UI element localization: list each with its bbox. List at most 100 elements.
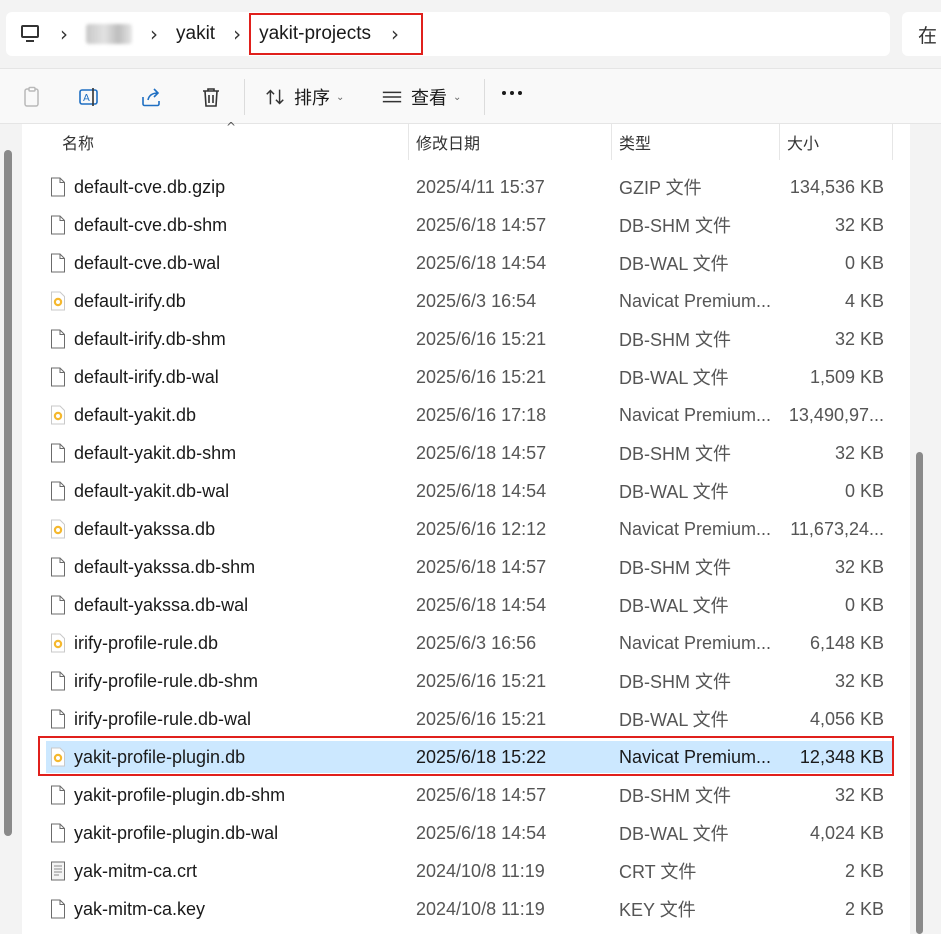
file-list-scrollbar[interactable] — [916, 452, 923, 934]
file-row[interactable]: yakit-profile-plugin.db 2025/6/18 15:22 Na… — [22, 736, 910, 776]
file-type: DB-WAL 文件 — [619, 254, 729, 274]
chevron-right-icon[interactable]: › — [233, 22, 241, 46]
file-modified-date: 2025/6/3 16:54 — [416, 290, 537, 311]
file-row[interactable]: default-yakit.db-shm 2025/6/18 14:57 DB-SH… — [22, 434, 910, 472]
column-type-label: 类型 — [619, 136, 652, 153]
file-type: DB-SHM 文件 — [619, 330, 731, 350]
file-row[interactable]: irify-profile-rule.db-shm 2025/6/16 15:21… — [22, 662, 910, 700]
file-row[interactable]: default-irify.db 2025/6/3 16:54 Navicat Pr… — [22, 282, 910, 320]
file-row[interactable]: default-yakssa.db 2025/6/16 12:12 Navicat … — [22, 510, 910, 548]
this-pc-crumb[interactable] — [6, 12, 42, 56]
file-type: CRT 文件 — [619, 862, 697, 882]
sort-button[interactable]: 排序 ⌄ — [264, 83, 344, 111]
file-modified-date: 2025/6/18 14:57 — [416, 214, 547, 235]
file-row[interactable]: yak-mitm-ca.crt 2024/10/8 11:19 CRT 文件 2 KB — [22, 852, 910, 890]
file-size: 12,348 KB — [799, 746, 884, 767]
sort-ascending-icon: ^ — [226, 120, 237, 134]
generic-file-icon — [50, 557, 66, 577]
file-row[interactable]: irify-profile-rule.db-wal 2025/6/16 15:21… — [22, 700, 910, 738]
file-modified-date: 2025/6/18 14:57 — [416, 442, 547, 463]
column-header-name[interactable]: 名称 — [54, 124, 94, 160]
file-name[interactable]: irify-profile-rule.db — [74, 624, 218, 662]
file-modified-date: 2025/6/16 15:21 — [416, 366, 547, 387]
file-row[interactable]: default-irify.db-shm 2025/6/16 15:21 DB-SH… — [22, 320, 910, 358]
column-header-size[interactable]: 大小 — [779, 124, 819, 160]
column-modified-label: 修改日期 — [416, 136, 481, 153]
certificate-file-icon — [50, 861, 66, 881]
breadcrumb-item-yakit-projects[interactable]: yakit-projects — [259, 23, 371, 45]
file-row[interactable]: default-yakit.db-wal 2025/6/18 14:54 DB-WA… — [22, 472, 910, 510]
chevron-down-icon: ⌄ — [453, 91, 462, 103]
file-type: Navicat Premium... — [619, 746, 772, 767]
file-name[interactable]: default-yakssa.db-wal — [74, 586, 248, 624]
file-size: 0 KB — [844, 480, 884, 501]
more-options-icon[interactable] — [502, 91, 522, 95]
generic-file-icon — [50, 481, 66, 501]
paste-icon[interactable] — [20, 85, 44, 109]
file-row[interactable]: default-cve.db-wal 2025/6/18 14:54 DB-WAL … — [22, 244, 910, 282]
search-placeholder: 在 — [918, 25, 938, 47]
column-header-type[interactable]: 类型 — [611, 124, 651, 160]
file-modified-date: 2025/6/16 12:12 — [416, 518, 547, 539]
file-name[interactable]: default-yakssa.db — [74, 510, 215, 548]
file-size: 0 KB — [844, 252, 884, 273]
file-name[interactable]: yakit-profile-plugin.db-wal — [74, 814, 278, 852]
file-name[interactable]: irify-profile-rule.db-wal — [74, 700, 251, 738]
share-icon[interactable] — [139, 85, 163, 109]
file-size: 32 KB — [834, 556, 884, 577]
file-name[interactable]: default-cve.db.gzip — [74, 168, 225, 206]
file-row[interactable]: default-cve.db-shm 2025/6/18 14:57 DB-SHM … — [22, 206, 910, 244]
file-row[interactable]: default-irify.db-wal 2025/6/16 15:21 DB-WA… — [22, 358, 910, 396]
navigation-pane-scrollbar[interactable] — [4, 150, 12, 836]
column-header-modified[interactable]: 修改日期 — [408, 124, 480, 160]
chevron-right-icon[interactable]: › — [391, 22, 399, 46]
file-name[interactable]: default-yakssa.db-shm — [74, 548, 255, 586]
view-button[interactable]: 查看 ⌄ — [381, 83, 461, 111]
file-type: DB-WAL 文件 — [619, 824, 729, 844]
column-divider[interactable] — [892, 124, 893, 160]
file-type: KEY 文件 — [619, 900, 696, 920]
file-size: 2 KB — [844, 860, 884, 881]
breadcrumb[interactable]: › › yakit › yakit-projects › — [6, 12, 890, 56]
file-name[interactable]: yak-mitm-ca.crt — [74, 852, 197, 890]
navicat-db-icon — [50, 747, 66, 767]
file-row[interactable]: yakit-profile-plugin.db-shm 2025/6/18 14:… — [22, 776, 910, 814]
file-size: 4 KB — [844, 290, 884, 311]
file-row[interactable]: irify-profile-rule.db 2025/6/3 16:56 Navic… — [22, 624, 910, 662]
navicat-db-icon — [50, 519, 66, 539]
rename-icon[interactable]: A — [78, 85, 102, 109]
file-name[interactable]: default-irify.db-wal — [74, 358, 219, 396]
chevron-right-icon[interactable]: › — [150, 22, 158, 46]
file-name[interactable]: yakit-profile-plugin.db — [74, 738, 245, 776]
navicat-db-icon — [50, 291, 66, 311]
file-row[interactable]: yakit-profile-plugin.db-wal 2025/6/18 14:… — [22, 814, 910, 852]
file-name[interactable]: default-cve.db-wal — [74, 244, 220, 282]
breadcrumb-item-yakit[interactable]: yakit — [176, 23, 215, 45]
delete-icon[interactable] — [199, 85, 223, 109]
file-type: GZIP 文件 — [619, 178, 702, 198]
redacted-user-folder[interactable] — [86, 24, 132, 44]
file-name[interactable]: yak-mitm-ca.key — [74, 890, 205, 928]
chevron-down-icon: ⌄ — [336, 91, 345, 103]
file-type: DB-WAL 文件 — [619, 368, 729, 388]
file-name[interactable]: default-irify.db-shm — [74, 320, 226, 358]
file-modified-date: 2025/6/3 16:56 — [416, 632, 537, 653]
file-row[interactable]: default-yakssa.db-shm 2025/6/18 14:57 DB-S… — [22, 548, 910, 586]
file-name[interactable]: irify-profile-rule.db-shm — [74, 662, 258, 700]
file-size: 32 KB — [834, 670, 884, 691]
file-name[interactable]: default-yakit.db — [74, 396, 196, 434]
chevron-right-icon[interactable]: › — [60, 22, 68, 46]
file-name[interactable]: default-yakit.db-wal — [74, 472, 229, 510]
file-name[interactable]: default-yakit.db-shm — [74, 434, 236, 472]
file-row[interactable]: default-cve.db.gzip 2025/4/11 15:37 GZIP 文… — [22, 168, 910, 206]
file-row[interactable]: yak-mitm-ca.key 2024/10/8 11:19 KEY 文件 2 KB — [22, 890, 910, 928]
file-name[interactable]: yakit-profile-plugin.db-shm — [74, 776, 285, 814]
file-name[interactable]: default-irify.db — [74, 282, 186, 320]
navicat-db-icon — [50, 405, 66, 425]
column-size-label: 大小 — [787, 136, 820, 153]
generic-file-icon — [50, 823, 66, 843]
file-row[interactable]: default-yakssa.db-wal 2025/6/18 14:54 DB-W… — [22, 586, 910, 624]
file-name[interactable]: default-cve.db-shm — [74, 206, 227, 244]
file-row[interactable]: default-yakit.db 2025/6/16 17:18 Navicat P… — [22, 396, 910, 434]
search-input[interactable]: 在 — [902, 12, 941, 56]
